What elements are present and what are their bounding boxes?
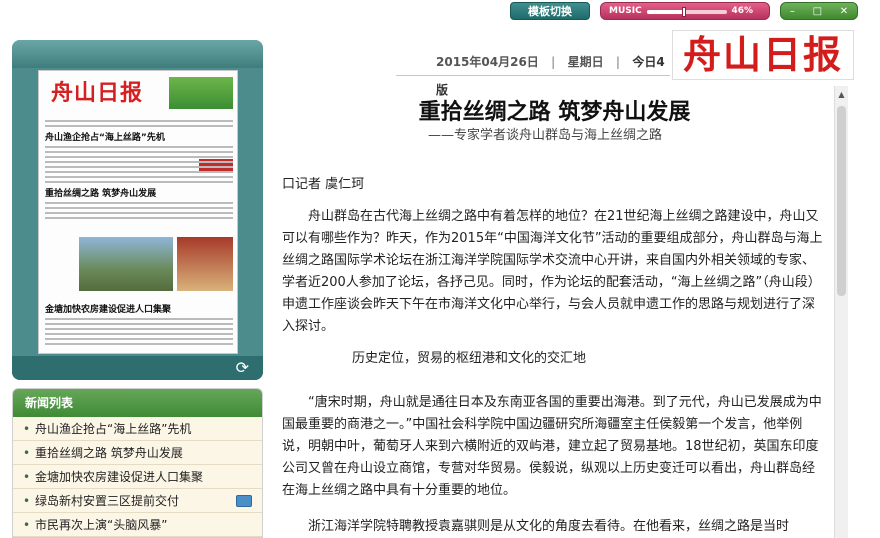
thumbnail-photo-people xyxy=(177,237,233,291)
article-paragraph-1: 舟山群岛在古代海上丝绸之路中有着怎样的地位？在21世纪海上丝绸之路建设中，舟山又… xyxy=(282,209,823,334)
thumbnail-headline-3[interactable]: 金塘加快农房建设促进人口集聚 xyxy=(45,302,233,315)
news-item[interactable]: • 绿岛新村安置三区提前交付 xyxy=(13,489,262,513)
article-paragraph-2: “唐宋时期，舟山就是通往日本及东南亚各国的重要出海港。到了元代，舟山已发展成为中… xyxy=(282,395,822,498)
thumbnail-headline-1[interactable]: 舟山渔企抢占“海上丝路”先机 xyxy=(45,130,233,143)
music-volume-fill xyxy=(647,10,684,14)
news-list: • 舟山渔企抢占“海上丝路”先机 • 重拾丝绸之路 筑梦舟山发展 • 金塘加快农房建设… xyxy=(13,417,262,537)
bullet-icon: • xyxy=(23,446,31,460)
page-preview-panel: 舟山日报 舟山渔企抢占“海上丝路”先机 重拾丝绸之路 筑梦舟山发展 金塘加快农房… xyxy=(12,40,263,380)
thumbnail-photo-buildings xyxy=(79,237,173,291)
top-toolbar: 模板切换 MUSIC 46% – □ ✕ xyxy=(0,0,880,22)
article-subtitle: ——专家学者谈舟山群岛与海上丝绸之路 xyxy=(428,128,663,143)
template-switch-button[interactable]: 模板切换 xyxy=(510,2,590,20)
news-item[interactable]: • 市民再次上演“头脑风暴” xyxy=(13,513,262,537)
bullet-icon: • xyxy=(23,518,31,532)
thumbnail-text-area: 舟山渔企抢占“海上丝路”先机 重拾丝绸之路 筑梦舟山发展 xyxy=(45,117,233,222)
news-item-label[interactable]: 市民再次上演“头脑风暴” xyxy=(35,518,167,532)
issue-date: 2015年04月26日 xyxy=(436,55,539,69)
news-item[interactable]: • 舟山渔企抢占“海上丝路”先机 xyxy=(13,417,262,441)
issue-weekday: 星期日 xyxy=(567,55,604,69)
minimize-button[interactable]: – xyxy=(790,6,795,17)
thumbnail-lower-text: 金塘加快农房建设促进人口集聚 xyxy=(45,299,233,348)
article-section-heading: 历史定位，贸易的枢纽港和文化的交汇地 xyxy=(352,351,587,366)
bullet-icon: • xyxy=(23,494,31,508)
article-scrollbar[interactable]: ▲ xyxy=(834,86,848,538)
page-thumbnail[interactable]: 舟山日报 舟山渔企抢占“海上丝路”先机 重拾丝绸之路 筑梦舟山发展 金塘加快农房… xyxy=(38,70,238,354)
music-control[interactable]: MUSIC 46% xyxy=(600,2,770,20)
news-item-label[interactable]: 绿岛新村安置三区提前交付 xyxy=(35,494,179,508)
article-body: 口记者 虞仁珂 舟山群岛在古代海上丝绸之路中有着怎样的地位？在21世纪海上丝绸之… xyxy=(282,174,827,538)
music-volume-slider[interactable] xyxy=(647,7,727,17)
thumbnail-headline-2[interactable]: 重拾丝绸之路 筑梦舟山发展 xyxy=(45,186,233,199)
news-item[interactable]: • 重拾丝绸之路 筑梦舟山发展 xyxy=(13,441,262,465)
news-item-label[interactable]: 金塘加快农房建设促进人口集聚 xyxy=(35,470,203,484)
news-item[interactable]: • 金塘加快农房建设促进人口集聚 xyxy=(13,465,262,489)
article-content: 重拾丝绸之路 筑梦舟山发展 ——专家学者谈舟山群岛与海上丝绸之路 口记者 虞仁珂… xyxy=(278,86,831,538)
music-volume-knob[interactable] xyxy=(681,7,686,17)
music-label: MUSIC xyxy=(609,6,642,16)
article-title: 重拾丝绸之路 筑梦舟山发展 xyxy=(418,99,691,125)
newspaper-logo: 舟山日报 xyxy=(672,30,854,80)
music-percent: 46% xyxy=(731,6,753,16)
news-item-label[interactable]: 重拾丝绸之路 筑梦舟山发展 xyxy=(35,446,183,460)
close-button[interactable]: ✕ xyxy=(840,6,848,17)
news-list-panel: 新闻列表 • 舟山渔企抢占“海上丝路”先机 • 重拾丝绸之路 筑梦舟山发展 • 金塘加… xyxy=(12,388,263,538)
bullet-icon: • xyxy=(23,470,31,484)
video-icon[interactable] xyxy=(236,495,252,507)
scrollbar-thumb[interactable] xyxy=(837,106,846,296)
news-list-title: 新闻列表 xyxy=(13,389,262,417)
thumbnail-logo: 舟山日报 xyxy=(51,80,144,106)
article-paragraph-3: 浙江海洋学院特聘教授袁嘉骐则是从文化的角度去看待。在他看来，丝绸之路是当时 xyxy=(308,519,790,534)
scroll-up-arrow-icon[interactable]: ▲ xyxy=(835,90,848,102)
bullet-icon: • xyxy=(23,422,31,436)
preview-header xyxy=(12,40,263,68)
refresh-icon[interactable]: ⟳ xyxy=(236,358,249,377)
restore-button[interactable]: □ xyxy=(813,6,822,17)
preview-footer: ⟳ xyxy=(12,356,263,380)
thumbnail-banner xyxy=(169,77,233,109)
news-item-label[interactable]: 舟山渔企抢占“海上丝路”先机 xyxy=(35,422,191,436)
article-byline: 口记者 虞仁珂 xyxy=(282,177,365,192)
date-bar: 2015年04月26日 | 星期日 | 今日4版 xyxy=(396,48,670,97)
window-controls: – □ ✕ xyxy=(780,2,858,20)
